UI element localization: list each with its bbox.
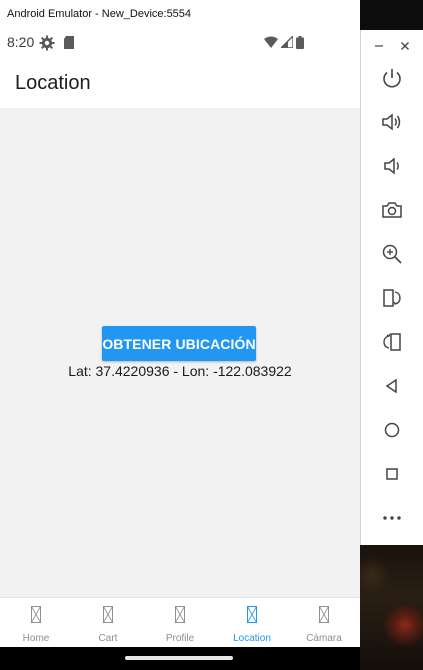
side-toolbar-window-controls (361, 40, 423, 52)
placeholder-icon (31, 606, 41, 623)
get-location-button[interactable]: OBTENER UBICACIÓN (102, 326, 256, 361)
coordinates-text: Lat: 37.4220936 - Lon: -122.083922 (68, 363, 292, 379)
more-dots-icon (383, 516, 401, 520)
screenshot-button[interactable] (380, 198, 404, 222)
tab-cart[interactable]: Cart (72, 598, 144, 648)
placeholder-icon (103, 606, 113, 623)
camera-icon (382, 202, 402, 218)
volume-up-icon (382, 113, 401, 131)
power-icon (383, 69, 401, 88)
tab-home[interactable]: Home (0, 598, 72, 648)
desktop-background-top (360, 0, 423, 30)
rotate-left-button[interactable] (380, 286, 404, 310)
volume-down-icon (384, 157, 399, 175)
home-button[interactable] (380, 418, 404, 442)
volume-down-button[interactable] (380, 154, 404, 178)
placeholder-icon (319, 606, 329, 623)
home-circle-icon (384, 422, 400, 438)
overview-square-icon (386, 468, 398, 480)
more-options-button[interactable] (380, 506, 404, 530)
app-header: Location (0, 55, 360, 109)
battery-icon (296, 35, 304, 49)
status-indicators (264, 35, 304, 49)
wifi-icon (264, 36, 278, 48)
page-title: Location (15, 72, 91, 94)
home-gesture-handle[interactable] (125, 656, 233, 660)
emulator-titlebar[interactable]: Android Emulator - New_Device:5554 (0, 0, 360, 30)
power-button[interactable] (380, 66, 404, 90)
desktop-background (360, 545, 423, 670)
tab-camera[interactable]: Cámara (288, 598, 360, 648)
status-time: 8:20 (7, 34, 35, 50)
rotate-right-button[interactable] (380, 330, 404, 354)
tab-label: Home (22, 633, 50, 644)
placeholder-icon (247, 606, 257, 623)
cell-signal-icon (281, 36, 293, 48)
tab-location[interactable]: Location (216, 598, 288, 648)
zoom-button[interactable] (380, 242, 404, 266)
android-status-bar: 8:20 (0, 30, 360, 55)
zoom-in-icon (382, 244, 402, 264)
emulator-window: Android Emulator - New_Device:5554 8:20 (0, 0, 360, 670)
minimize-icon[interactable] (374, 40, 384, 52)
back-triangle-icon (385, 378, 397, 394)
location-screen-content: OBTENER UBICACIÓN Lat: 37.4220936 - Lon:… (0, 109, 360, 597)
tab-profile[interactable]: Profile (144, 598, 216, 648)
overview-button[interactable] (380, 462, 404, 486)
android-navigation-bar (0, 647, 360, 670)
tab-label: Cámara (306, 633, 342, 644)
bottom-tab-bar: Home Cart Profile Location Cámara (0, 597, 360, 647)
rotate-left-icon (383, 289, 401, 307)
rotate-right-icon (383, 333, 401, 351)
tab-label: Profile (165, 633, 195, 644)
tab-label: Location (233, 633, 271, 644)
close-icon[interactable] (400, 40, 410, 52)
placeholder-icon (175, 606, 185, 623)
tab-label: Cart (98, 633, 118, 644)
settings-gear-icon (39, 35, 55, 51)
emulator-side-toolbar (360, 30, 423, 545)
volume-up-button[interactable] (380, 110, 404, 134)
sd-card-icon (64, 36, 74, 49)
back-button[interactable] (380, 374, 404, 398)
emulator-window-title: Android Emulator - New_Device:5554 (7, 8, 192, 20)
